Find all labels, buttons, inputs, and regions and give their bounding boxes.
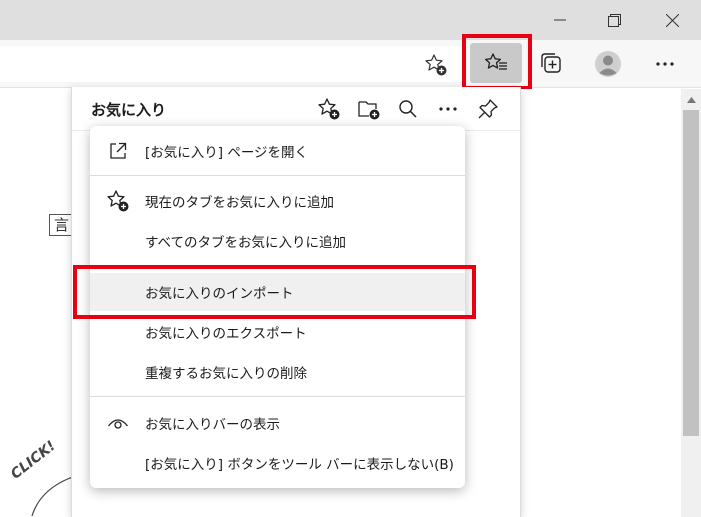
close-icon	[665, 13, 679, 27]
menu-item-label: お気に入りのインポート	[145, 286, 294, 302]
add-favorite-button[interactable]	[422, 52, 450, 78]
minimize-icon	[554, 19, 566, 21]
restore-button[interactable]	[587, 0, 641, 40]
menu-item-add-all-tabs[interactable]: すべてのタブをお気に入りに追加	[90, 222, 465, 260]
menu-item-open-favorites-page[interactable]: [お気に入り] ページを開く	[90, 132, 465, 170]
restore-icon	[607, 13, 621, 27]
ellipsis-icon	[439, 107, 457, 111]
menu-item-show-favorites-bar[interactable]: お気に入りバーの表示	[90, 404, 465, 442]
menu-item-label: すべてのタブをお気に入りに追加	[145, 235, 347, 251]
menu-item-label: 現在のタブをお気に入りに追加	[145, 195, 334, 211]
panel-add-folder-button[interactable]	[355, 95, 383, 123]
menu-item-hide-favorites-button[interactable]: [お気に入り] ボタンをツール バーに表示しない(B)	[90, 444, 465, 482]
page-fragment-box: 言	[49, 214, 73, 236]
title-bar	[0, 0, 701, 40]
scrollbar-thumb[interactable]	[683, 110, 699, 436]
menu-item-label: [お気に入り] ページを開く	[145, 145, 309, 161]
panel-title: お気に入り	[91, 101, 167, 119]
star-add-icon	[425, 54, 447, 76]
menu-separator	[90, 265, 465, 266]
pin-icon	[478, 99, 498, 119]
eye-icon	[106, 412, 130, 434]
favorites-panel-header: お気に入り	[72, 87, 522, 131]
menu-item-label: お気に入りのエクスポート	[145, 326, 307, 342]
star-add-icon	[106, 190, 130, 212]
panel-more-button[interactable]	[434, 95, 462, 123]
menu-item-remove-duplicates[interactable]: 重複するお気に入りの削除	[90, 353, 465, 391]
open-external-icon	[106, 140, 130, 162]
collections-button[interactable]	[537, 50, 567, 78]
menu-separator	[90, 175, 465, 176]
collections-icon	[541, 53, 561, 73]
ellipsis-icon	[656, 62, 674, 66]
favorites-button[interactable]	[470, 43, 522, 83]
profile-button[interactable]	[592, 48, 624, 80]
panel-search-button[interactable]	[394, 95, 422, 123]
browser-toolbar	[0, 40, 701, 88]
favorites-list-icon	[484, 53, 507, 70]
minimize-button[interactable]	[533, 0, 587, 40]
scroll-up-button[interactable]	[683, 93, 699, 107]
menu-item-import-favorites[interactable]: お気に入りのインポート	[90, 273, 465, 311]
folder-add-icon	[358, 101, 380, 120]
avatar-icon	[595, 51, 621, 77]
close-button[interactable]	[645, 0, 699, 40]
settings-more-button[interactable]	[650, 50, 680, 78]
menu-item-label: [お気に入り] ボタンをツール バーに表示しない(B)	[145, 457, 454, 473]
menu-item-export-favorites[interactable]: お気に入りのエクスポート	[90, 313, 465, 351]
menu-item-label: 重複するお気に入りの削除	[145, 366, 307, 382]
star-add-icon	[318, 98, 340, 120]
panel-pin-button[interactable]	[474, 95, 502, 123]
menu-item-label: お気に入りバーの表示	[145, 417, 280, 433]
address-bar[interactable]	[0, 46, 462, 82]
favorites-more-menu: [お気に入り] ページを開く 現在のタブをお気に入りに追加 すべてのタブをお気に…	[90, 126, 465, 488]
menu-separator	[90, 396, 465, 397]
menu-item-add-current-tab[interactable]: 現在のタブをお気に入りに追加	[90, 182, 465, 220]
scroll-up-arrow-icon	[686, 97, 696, 103]
panel-add-favorite-button[interactable]	[315, 95, 343, 123]
search-icon	[399, 100, 417, 118]
